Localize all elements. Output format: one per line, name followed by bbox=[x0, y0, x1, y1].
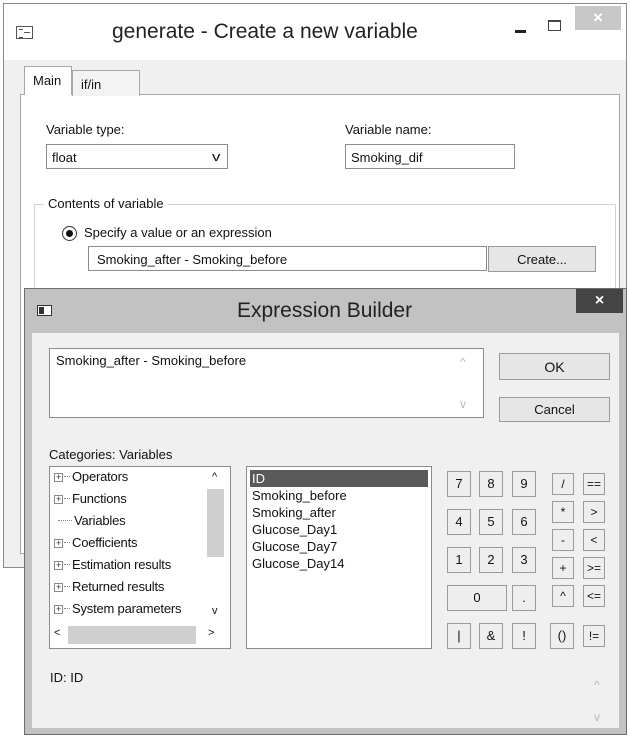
key-9[interactable]: 9 bbox=[512, 471, 536, 497]
maximize-icon bbox=[547, 19, 561, 31]
tree-item-functions[interactable]: + Functions bbox=[54, 491, 127, 509]
key-less-equal[interactable]: <= bbox=[583, 585, 605, 607]
key-not-equal[interactable]: != bbox=[583, 625, 605, 647]
contents-of-variable-legend: Contents of variable bbox=[44, 196, 168, 211]
key-and[interactable]: & bbox=[479, 623, 503, 649]
variable-item-glucose-day7[interactable]: Glucose_Day7 bbox=[250, 538, 428, 555]
key-power[interactable]: ^ bbox=[552, 585, 574, 607]
key-plus[interactable]: + bbox=[552, 557, 574, 579]
variable-item-smoking-after[interactable]: Smoking_after bbox=[250, 504, 428, 521]
expression-builder-client-area: Smoking_after - Smoking_before ^ v OK Ca… bbox=[32, 333, 619, 728]
expression-builder-dialog: Expression Builder × Smoking_after - Smo… bbox=[24, 288, 627, 735]
scroll-up-icon[interactable]: ^ bbox=[212, 471, 217, 483]
key-0[interactable]: 0 bbox=[447, 585, 507, 611]
selection-description: ID: ID bbox=[50, 670, 84, 685]
scroll-down-icon[interactable]: v bbox=[594, 710, 600, 724]
horizontal-scroll-thumb[interactable] bbox=[68, 626, 196, 644]
variable-item-id[interactable]: ID bbox=[250, 470, 428, 487]
tree-item-system-parameters[interactable]: + System parameters bbox=[54, 601, 204, 619]
window-menu-icon[interactable] bbox=[37, 305, 52, 316]
maximize-button[interactable] bbox=[538, 14, 570, 36]
categories-tree[interactable]: + Operators + Functions Variables + Coeffic… bbox=[49, 466, 231, 649]
variable-item-glucose-day14[interactable]: Glucose_Day14 bbox=[250, 555, 428, 572]
minimize-icon bbox=[514, 29, 526, 33]
key-3[interactable]: 3 bbox=[512, 547, 536, 573]
expand-icon[interactable]: + bbox=[54, 605, 63, 614]
key-greater-than[interactable]: > bbox=[583, 501, 605, 523]
vertical-scroll-thumb[interactable] bbox=[207, 489, 224, 557]
scroll-right-icon[interactable]: > bbox=[208, 627, 214, 639]
key-parentheses[interactable]: () bbox=[550, 623, 574, 649]
expand-icon[interactable]: + bbox=[54, 561, 63, 570]
key-5[interactable]: 5 bbox=[479, 509, 503, 535]
specify-expression-radio[interactable] bbox=[62, 226, 77, 241]
close-button[interactable]: × bbox=[575, 6, 621, 30]
key-greater-equal[interactable]: >= bbox=[583, 557, 605, 579]
close-icon: × bbox=[594, 292, 605, 309]
key-7[interactable]: 7 bbox=[447, 471, 471, 497]
ok-button[interactable]: OK bbox=[499, 353, 610, 380]
variable-name-label: Variable name: bbox=[345, 122, 432, 137]
tree-item-coefficients[interactable]: + Coefficients bbox=[54, 535, 137, 553]
expression-builder-title-bar[interactable]: Expression Builder × bbox=[25, 289, 626, 333]
expression-textarea[interactable]: Smoking_after - Smoking_before ^ v bbox=[49, 348, 484, 418]
key-1[interactable]: 1 bbox=[447, 547, 471, 573]
window-menu-icon[interactable] bbox=[16, 26, 33, 39]
create-button[interactable]: Create... bbox=[488, 246, 596, 272]
variable-name-input[interactable]: Smoking_dif bbox=[345, 144, 515, 169]
tree-item-returned-results[interactable]: + Returned results bbox=[54, 579, 164, 597]
tree-item-variables[interactable]: Variables bbox=[54, 513, 126, 531]
key-divide[interactable]: / bbox=[552, 473, 574, 495]
variable-type-select[interactable]: float v bbox=[46, 144, 228, 169]
generate-window-title: generate - Create a new variable bbox=[112, 20, 418, 43]
cancel-button[interactable]: Cancel bbox=[499, 397, 610, 422]
variable-type-label: Variable type: bbox=[46, 122, 125, 137]
scroll-down-icon[interactable]: v bbox=[212, 605, 218, 617]
key-multiply[interactable]: * bbox=[552, 501, 574, 523]
close-button[interactable]: × bbox=[576, 289, 623, 313]
key-minus[interactable]: - bbox=[552, 529, 574, 551]
minimize-button[interactable] bbox=[504, 18, 536, 40]
variable-item-smoking-before[interactable]: Smoking_before bbox=[250, 487, 428, 504]
categories-label: Categories: Variables bbox=[49, 447, 173, 462]
expand-icon[interactable]: + bbox=[54, 495, 63, 504]
expression-input[interactable]: Smoking_after - Smoking_before bbox=[88, 246, 487, 271]
scroll-up-icon[interactable]: ^ bbox=[594, 678, 600, 692]
variable-type-value: float bbox=[52, 150, 77, 165]
expression-text: Smoking_after - Smoking_before bbox=[56, 353, 247, 368]
tree-item-operators[interactable]: + Operators bbox=[54, 469, 128, 487]
expand-icon[interactable]: + bbox=[54, 583, 63, 592]
key-or[interactable]: | bbox=[447, 623, 471, 649]
key-2[interactable]: 2 bbox=[479, 547, 503, 573]
key-not[interactable]: ! bbox=[512, 623, 536, 649]
variables-list[interactable]: ID Smoking_before Smoking_after Glucose_… bbox=[246, 466, 432, 649]
key-equals[interactable]: == bbox=[583, 473, 605, 495]
variable-item-glucose-day1[interactable]: Glucose_Day1 bbox=[250, 521, 428, 538]
specify-expression-label[interactable]: Specify a value or an expression bbox=[84, 225, 272, 240]
key-decimal[interactable]: . bbox=[512, 585, 536, 611]
expand-icon[interactable]: + bbox=[54, 539, 63, 548]
tree-item-estimation-results[interactable]: + Estimation results bbox=[54, 557, 171, 575]
scroll-down-icon[interactable]: v bbox=[460, 397, 466, 411]
tab-if-in[interactable]: if/in bbox=[72, 70, 140, 96]
chevron-down-icon: v bbox=[211, 149, 220, 164]
scroll-up-icon[interactable]: ^ bbox=[460, 355, 466, 369]
key-less-than[interactable]: < bbox=[583, 529, 605, 551]
key-8[interactable]: 8 bbox=[479, 471, 503, 497]
expression-builder-title: Expression Builder bbox=[237, 299, 413, 322]
key-6[interactable]: 6 bbox=[512, 509, 536, 535]
close-icon: × bbox=[593, 8, 603, 27]
key-4[interactable]: 4 bbox=[447, 509, 471, 535]
tab-main[interactable]: Main bbox=[24, 66, 72, 95]
generate-title-bar[interactable]: generate - Create a new variable × bbox=[4, 4, 626, 60]
expand-icon[interactable]: + bbox=[54, 473, 63, 482]
scroll-left-icon[interactable]: < bbox=[54, 627, 60, 639]
